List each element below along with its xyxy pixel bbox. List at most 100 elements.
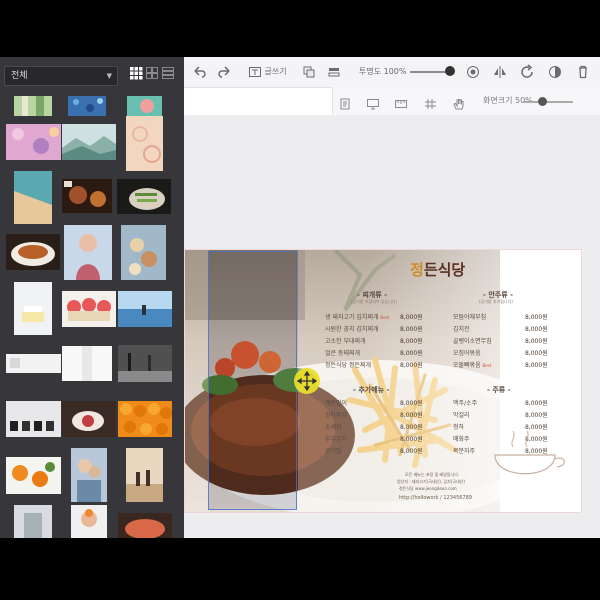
menu-item-name: 김치전 (453, 326, 470, 333)
menu-title-rest: 든식당 (423, 261, 466, 279)
menu-item-price: 8,000원 (525, 362, 548, 369)
grid-view-icon[interactable] (129, 66, 143, 80)
design-canvas[interactable]: 정든식당 - 찌개류 - (공기밥 포함되어 있습니다) 생 돼지고기 김치찌개… (184, 115, 600, 538)
list-view-icon[interactable] (161, 66, 175, 80)
redo-icon[interactable] (218, 64, 232, 80)
thumbnail[interactable] (14, 171, 52, 224)
thumbnail[interactable] (117, 179, 171, 214)
thumbnail[interactable] (62, 179, 112, 213)
undo-icon[interactable] (192, 64, 206, 80)
zoom-slider[interactable] (523, 101, 573, 103)
reset-opacity-icon[interactable] (466, 64, 480, 80)
thumbnail[interactable] (118, 345, 172, 382)
chevron-down-icon: ▼ (106, 72, 112, 80)
rotate-icon[interactable] (520, 64, 534, 80)
arrange-icon[interactable] (302, 64, 316, 80)
move-cursor-icon (294, 368, 320, 394)
menu-item-price: 8,000원 (400, 448, 423, 455)
menu-item-price: 8,000원 (525, 350, 548, 357)
menu-title: 정든식당 (410, 259, 465, 280)
text-tool-button[interactable]: 글쓰기 (248, 64, 298, 80)
monitor-icon[interactable] (366, 95, 380, 110)
thumbnail[interactable] (62, 124, 116, 160)
menu-item-price: 8,000원 (400, 424, 423, 431)
thumbnail[interactable] (68, 96, 106, 116)
text-tool-label: 글쓰기 (264, 67, 287, 76)
grid-icon[interactable] (424, 95, 438, 109)
thumbnail[interactable] (127, 96, 162, 116)
menu-item-price: 8,000원 (400, 362, 423, 369)
thumbnail[interactable] (62, 346, 112, 381)
thumbnail[interactable] (62, 401, 116, 437)
zoom-slider-handle[interactable] (538, 97, 547, 106)
thumbnail[interactable] (6, 124, 61, 160)
thumbnail[interactable] (121, 225, 166, 280)
thumbnail[interactable] (71, 505, 107, 538)
section-title: - 주류 - (487, 386, 511, 394)
hand-tool-icon[interactable] (452, 95, 466, 110)
thumbnail[interactable] (126, 448, 163, 502)
menu-item-price: 8,000원 (525, 326, 548, 333)
menu-item-price: 8,000원 (525, 412, 548, 419)
footer-line: 모든 메뉴는 포장 및 배달됩니다. (405, 472, 460, 477)
thumbnail[interactable] (6, 401, 61, 437)
thumbnail[interactable] (118, 401, 172, 437)
selection-frame[interactable] (208, 251, 297, 510)
thumbnail[interactable] (6, 354, 61, 373)
menu-item-name: 정든식당 정든찌개 (325, 362, 372, 369)
thumbnail[interactable] (71, 448, 107, 502)
opacity-slider-handle[interactable] (445, 66, 455, 76)
category-select[interactable]: 전체 ▼ (4, 66, 118, 86)
menu-item-price: 8,000원 (525, 314, 548, 321)
menu-item-price: 8,000원 (400, 314, 423, 321)
thumbnail[interactable] (118, 291, 172, 327)
footer-line: 원산지 : 돼지고기(국내산), 김치(국내산) (397, 479, 465, 484)
menu-item-name: 복분자주 (453, 448, 476, 455)
footer-line: 정든식당 www.jeongdeun.com (399, 486, 457, 491)
menu-item-price: 8,000원 (400, 350, 423, 357)
category-select-value: 전체 (11, 71, 28, 81)
menu-item-name: 오징어볶음 (453, 350, 481, 357)
thumbnail[interactable] (14, 505, 52, 538)
menu-item-name: 골뱅이소면무침 (453, 338, 492, 345)
menu-item-price: 8,000원 (400, 400, 423, 407)
menu-title-accent: 정 (410, 261, 424, 279)
thumbnail[interactable] (14, 96, 52, 116)
thumbnail[interactable] (118, 513, 172, 538)
delete-icon[interactable] (576, 64, 590, 80)
menu-item-name: 감자튀김 (325, 412, 348, 419)
menu-item-name: 계란말이 (325, 400, 348, 407)
menu-item-name: 고소한 부대찌개 (325, 338, 366, 345)
thumbnail[interactable] (6, 457, 61, 494)
ruler-icon[interactable] (394, 95, 408, 108)
menu-item-name: 모둠야채부침 (453, 314, 487, 321)
page-icon[interactable] (338, 95, 352, 110)
thumbnail[interactable] (126, 116, 163, 171)
thumbnail[interactable] (62, 291, 116, 327)
opacity-slider[interactable] (410, 71, 450, 73)
menu-item-name: 막걸리 (453, 412, 470, 419)
layer-order-icon[interactable] (327, 64, 341, 80)
section-subtitle: (공기밥 추가됩니다) (479, 299, 513, 304)
medium-grid-icon[interactable] (145, 66, 159, 80)
menu-item-name: 매화주 (453, 436, 470, 443)
flip-horizontal-icon[interactable] (493, 64, 507, 80)
opacity-label: 투명도 100% (359, 67, 407, 76)
editor-app: 전체 ▼ 글쓰기 투명도 100% 화면크기 50% 정든식당 - 찌개류 - … (0, 57, 600, 538)
menu-item-name: 두부김치 (325, 436, 348, 443)
menu-item-name: 소세지 (325, 424, 342, 431)
menu-item-name: 오돌뼈볶음 Best (453, 362, 492, 369)
thumbnail[interactable] (64, 225, 112, 280)
menu-item-price: 8,000원 (400, 412, 423, 419)
image-library-panel: 전체 ▼ (0, 57, 184, 538)
thumbnail[interactable] (6, 234, 60, 270)
footer-line: http://hollowork / 123456789 (399, 495, 472, 501)
top-toolbar: 글쓰기 투명도 100% (184, 57, 600, 88)
menu-item-name: 시원한 꽁치 김치찌개 (325, 326, 379, 333)
thumbnail[interactable] (14, 282, 52, 335)
transparency-icon[interactable] (548, 64, 562, 80)
menu-item-name: 맥주/소주 (453, 400, 478, 407)
section-subtitle: (공기밥 포함되어 있습니다) (351, 299, 398, 304)
menu-item-price: 8,000원 (400, 326, 423, 333)
menu-item-price: 8,000원 (400, 436, 423, 443)
